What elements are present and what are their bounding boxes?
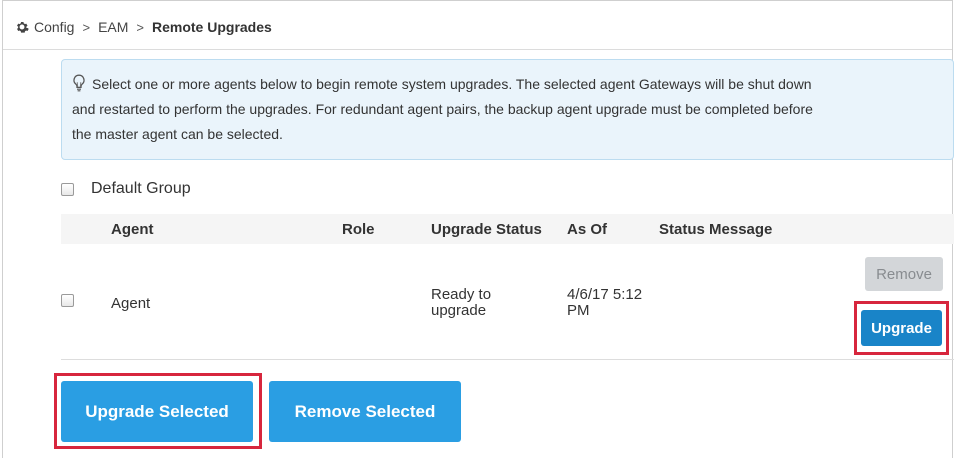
header-divider: [3, 49, 952, 50]
column-header-as-of: As Of: [567, 221, 608, 238]
column-header-status-message: Status Message: [659, 221, 773, 238]
page-title: Remote Upgrades: [152, 19, 272, 35]
breadcrumb-separator: >: [136, 19, 144, 35]
remove-selected-button[interactable]: Remove Selected: [269, 381, 461, 442]
info-text-line1: Select one or more agents below to begin…: [92, 76, 812, 92]
breadcrumb-item-config[interactable]: Config: [34, 19, 74, 35]
table-header: Agent Role Upgrade Status As Of Status M…: [61, 214, 954, 244]
row-select-checkbox[interactable]: [61, 294, 74, 307]
upgrade-selected-button[interactable]: Upgrade Selected: [61, 381, 253, 442]
page-frame: Config > EAM > Remote Upgrades Select on…: [2, 0, 954, 458]
as-of-line1: 4/6/17 5:12: [567, 286, 643, 303]
breadcrumb-separator: >: [82, 19, 91, 35]
gear-icon: [17, 22, 29, 33]
upgrade-status-line1: Ready to: [431, 286, 492, 303]
agent-name: Agent: [111, 295, 151, 312]
breadcrumb: Config > EAM > Remote Upgrades: [15, 17, 272, 37]
column-header-agent: Agent: [111, 221, 154, 238]
group-select-checkbox[interactable]: [61, 182, 74, 196]
info-text-line3: the master agent can be selected.: [72, 126, 283, 142]
lightbulb-icon: [73, 74, 85, 92]
column-header-upgrade-status: Upgrade Status: [431, 221, 542, 238]
as-of-line2: PM: [567, 302, 590, 319]
upgrade-status: Ready to upgrade: [431, 287, 491, 319]
info-alert: Select one or more agents below to begin…: [61, 59, 954, 160]
breadcrumb-item-eam[interactable]: EAM: [98, 19, 128, 35]
upgrade-button[interactable]: Upgrade: [861, 310, 942, 346]
column-header-role: Role: [342, 221, 375, 238]
as-of-timestamp: 4/6/17 5:12 PM: [567, 287, 642, 319]
info-text-line2: and restarted to perform the upgrades. F…: [72, 101, 813, 117]
upgrade-status-line2: upgrade: [431, 302, 487, 319]
remove-button[interactable]: Remove: [865, 257, 943, 291]
group-label: Default Group: [91, 180, 191, 197]
group-header: Default Group: [61, 177, 191, 201]
table-row: Agent Ready to upgrade 4/6/17 5:12 PM Re…: [61, 244, 954, 360]
